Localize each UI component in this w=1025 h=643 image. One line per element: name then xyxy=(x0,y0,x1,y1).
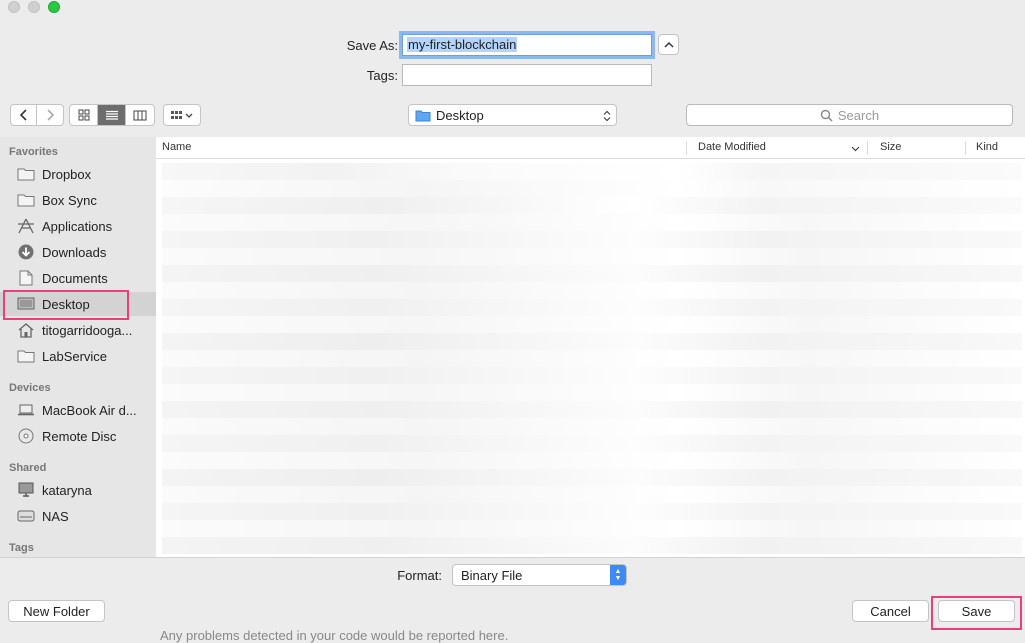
sidebar-item-dropbox[interactable]: Dropbox xyxy=(0,162,156,186)
back-forward-buttons xyxy=(10,104,64,126)
column-separator[interactable] xyxy=(686,141,687,155)
window-controls xyxy=(8,1,60,13)
disc-icon xyxy=(17,428,35,444)
back-button[interactable] xyxy=(11,105,38,125)
devices-title: Devices xyxy=(9,382,51,394)
shared-title: Shared xyxy=(9,462,47,474)
laptop-icon xyxy=(17,402,35,418)
sidebar-item-label: titogarridooga... xyxy=(42,322,133,338)
column-view-button[interactable] xyxy=(126,105,154,125)
location-value: Desktop xyxy=(436,107,484,123)
column-separator[interactable] xyxy=(867,141,868,155)
sidebar-item-label: Dropbox xyxy=(42,166,92,182)
save-as-value: my-first-blockchain xyxy=(407,37,518,52)
favorites-title: Favorites xyxy=(9,146,58,158)
sidebar-item-home[interactable]: titogarridooga... xyxy=(0,318,156,342)
search-field[interactable]: Search xyxy=(686,104,1013,126)
sidebar-item-box-sync[interactable]: Box Sync xyxy=(0,188,156,212)
sidebar-item-label: NAS xyxy=(42,508,69,524)
updown-arrows-icon xyxy=(603,110,611,122)
format-value: Binary File xyxy=(461,567,523,583)
chevron-right-icon xyxy=(47,109,55,121)
sidebar-item-downloads[interactable]: Downloads xyxy=(0,240,156,264)
sidebar-item-label: LabService xyxy=(42,348,108,364)
view-mode-buttons xyxy=(69,104,155,126)
sidebar-item-macbook[interactable]: MacBook Air d... xyxy=(0,398,156,422)
new-folder-button[interactable]: New Folder xyxy=(8,600,105,622)
format-label: Format: xyxy=(397,568,442,583)
column-size[interactable]: Size xyxy=(880,141,901,153)
location-popup[interactable]: Desktop xyxy=(408,104,617,126)
sidebar-item-nas[interactable]: NAS xyxy=(0,504,156,528)
desktop-highlight xyxy=(3,290,129,320)
column-name[interactable]: Name xyxy=(162,141,191,153)
sidebar-item-label: kataryna xyxy=(42,482,92,498)
search-placeholder: Search xyxy=(837,107,880,123)
sidebar-item-label: Documents xyxy=(42,270,108,286)
sidebar-item-documents[interactable]: Documents xyxy=(0,266,156,290)
group-by-menu xyxy=(163,104,201,126)
list-view-button[interactable] xyxy=(98,105,126,125)
tags-section-title: Tags xyxy=(9,542,34,554)
folder-icon xyxy=(17,348,35,364)
column-kind[interactable]: Kind xyxy=(976,141,998,153)
computer-icon xyxy=(17,482,35,498)
file-list: Name Date Modified Size Kind xyxy=(156,137,1025,557)
format-popup[interactable]: Binary File ▲ ▼ xyxy=(452,564,627,586)
icon-view-button[interactable] xyxy=(70,105,98,125)
maximize-window-button[interactable] xyxy=(48,1,60,13)
tags-label: Tags: xyxy=(366,68,398,83)
search-icon xyxy=(820,109,833,122)
documents-icon xyxy=(17,270,35,286)
minimize-window-button[interactable] xyxy=(28,1,40,13)
bottom-bar: Format: Binary File ▲ ▼ New Folder Cancel… xyxy=(0,557,1025,637)
sidebar-item-label: MacBook Air d... xyxy=(42,402,137,418)
folder-icon xyxy=(17,166,35,182)
sidebar-item-remote-disc[interactable]: Remote Disc xyxy=(0,424,156,448)
background-window-text: Any problems detected in your code would… xyxy=(160,628,509,643)
save-as-label: Save As: xyxy=(346,38,398,53)
save-highlight xyxy=(931,596,1022,630)
group-by-button[interactable] xyxy=(164,105,200,125)
nas-icon xyxy=(17,508,35,524)
column-header: Name Date Modified Size Kind xyxy=(156,137,1025,159)
desktop-folder-icon xyxy=(415,110,431,121)
cancel-button[interactable]: Cancel xyxy=(852,600,929,622)
sidebar-item-label: Downloads xyxy=(42,244,107,260)
list-icon xyxy=(105,110,118,120)
column-date-modified[interactable]: Date Modified xyxy=(698,141,766,153)
forward-button[interactable] xyxy=(37,105,63,125)
home-icon xyxy=(17,322,35,338)
downloads-icon xyxy=(17,244,35,260)
chevron-left-icon xyxy=(19,109,27,121)
sidebar-item-label: Remote Disc xyxy=(42,428,117,444)
sidebar-item-applications[interactable]: Applications xyxy=(0,214,156,238)
updown-arrows-icon: ▲ ▼ xyxy=(610,565,626,585)
column-separator[interactable] xyxy=(965,141,966,155)
sidebar-item-label: Box Sync xyxy=(42,192,97,208)
chevron-up-icon xyxy=(663,41,674,48)
save-as-field[interactable]: my-first-blockchain xyxy=(402,34,652,56)
tags-field[interactable] xyxy=(402,64,652,86)
folder-icon xyxy=(17,192,35,208)
sidebar-item-label: Applications xyxy=(42,218,113,234)
sidebar-item-kataryna[interactable]: kataryna xyxy=(0,478,156,502)
close-window-button[interactable] xyxy=(8,1,20,13)
sidebar-item-labservice[interactable]: LabService xyxy=(0,344,156,368)
sidebar: Favorites Dropbox Box Sync Applications … xyxy=(0,137,156,557)
save-dialog: Save As: my-first-blockchain Tags: Deskt… xyxy=(0,0,1025,643)
sort-chevron-down-icon xyxy=(851,146,860,152)
grid-icon xyxy=(78,109,89,121)
group-icon xyxy=(171,110,193,119)
collapse-dialog-button[interactable] xyxy=(658,34,679,55)
columns-icon xyxy=(133,110,147,120)
applications-icon xyxy=(17,218,35,234)
